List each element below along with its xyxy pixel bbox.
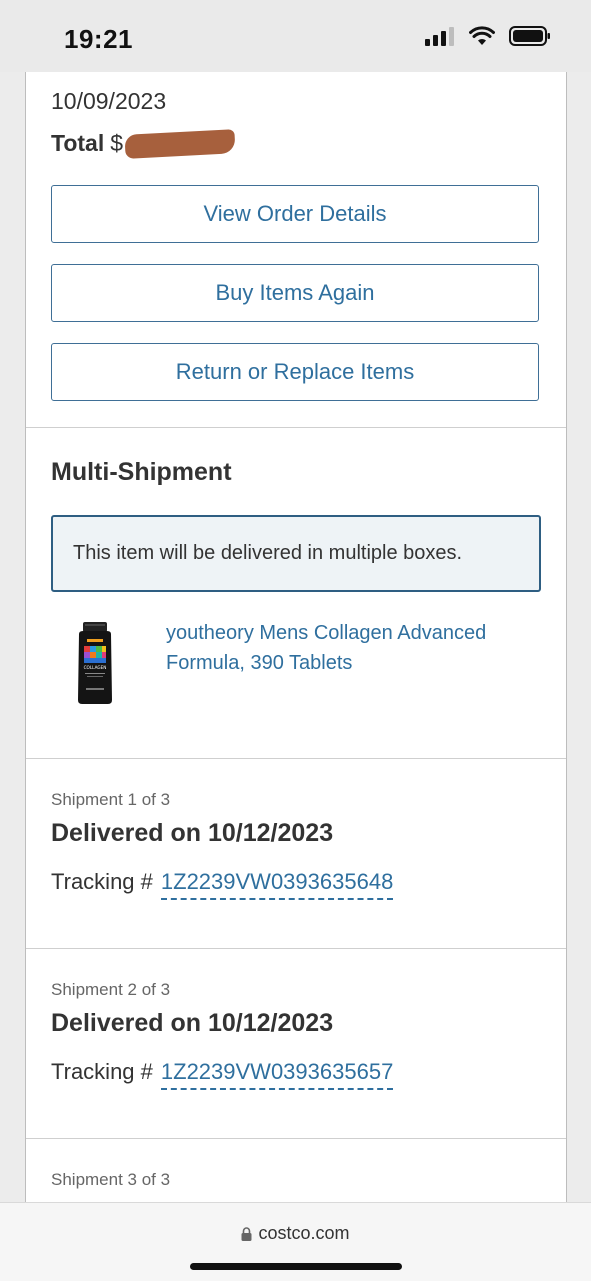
product-name-link[interactable]: youtheory Mens Collagen Advanced Formula… [166, 618, 536, 678]
shipment-1: Shipment 1 of 3 Delivered on 10/12/2023 … [26, 759, 566, 949]
shipment-status: Delivered on 10/12/2023 [51, 819, 334, 847]
shipment-label: Shipment 2 of 3 [51, 980, 171, 999]
shipment-2: Shipment 2 of 3 Delivered on 10/12/2023 … [26, 949, 566, 1139]
lock-icon [241, 1227, 252, 1241]
status-bar: 19:21 [0, 0, 591, 72]
battery-icon [509, 26, 550, 46]
order-content: 10/09/2023 Total $ View Order Details Bu… [25, 72, 567, 1202]
status-icons [425, 26, 551, 46]
tracking-number-link[interactable]: 1Z2239VW0393635657 [160, 1059, 394, 1090]
multi-shipment-title: Multi-Shipment [51, 458, 232, 486]
order-total-label: Total [51, 130, 105, 156]
order-summary: 10/09/2023 Total $ View Order Details Bu… [26, 72, 566, 428]
order-total-currency: $ [110, 130, 124, 156]
home-indicator[interactable] [190, 1263, 402, 1270]
multi-box-notice: This item will be delivered in multiple … [51, 515, 541, 592]
tracking-row: Tracking # 1Z2239VW0393635648 [51, 869, 394, 900]
url-display[interactable]: costco.com [0, 1223, 591, 1244]
browser-url-bar[interactable]: costco.com [0, 1202, 591, 1281]
shipment-label: Shipment 1 of 3 [51, 790, 171, 809]
product-image[interactable]: COLLAGEN [74, 622, 116, 704]
shipment-label: Shipment 3 of 3 [51, 1170, 171, 1189]
shipment-status: Delivered on 10/12/2023 [51, 1009, 334, 1037]
view-order-details-button[interactable]: View Order Details [51, 185, 539, 243]
wifi-icon [469, 26, 495, 45]
product-image-label: COLLAGEN [84, 665, 107, 670]
tracking-label: Tracking # [51, 869, 153, 894]
status-time: 19:21 [64, 24, 133, 54]
tracking-row: Tracking # 1Z2239VW0393635657 [51, 1059, 394, 1090]
shipment-3: Shipment 3 of 3 [26, 1139, 566, 1202]
tracking-number-link[interactable]: 1Z2239VW0393635648 [160, 869, 394, 900]
tracking-label: Tracking # [51, 1059, 153, 1084]
order-total-redacted [124, 128, 236, 159]
multi-shipment-section: Multi-Shipment This item will be deliver… [26, 428, 566, 759]
cellular-signal-icon [425, 27, 454, 46]
order-date: 10/09/2023 [51, 88, 167, 114]
order-total: Total $ [51, 128, 236, 159]
buy-items-again-button[interactable]: Buy Items Again [51, 264, 539, 322]
url-text: costco.com [258, 1223, 350, 1243]
return-or-replace-items-button[interactable]: Return or Replace Items [51, 343, 539, 401]
